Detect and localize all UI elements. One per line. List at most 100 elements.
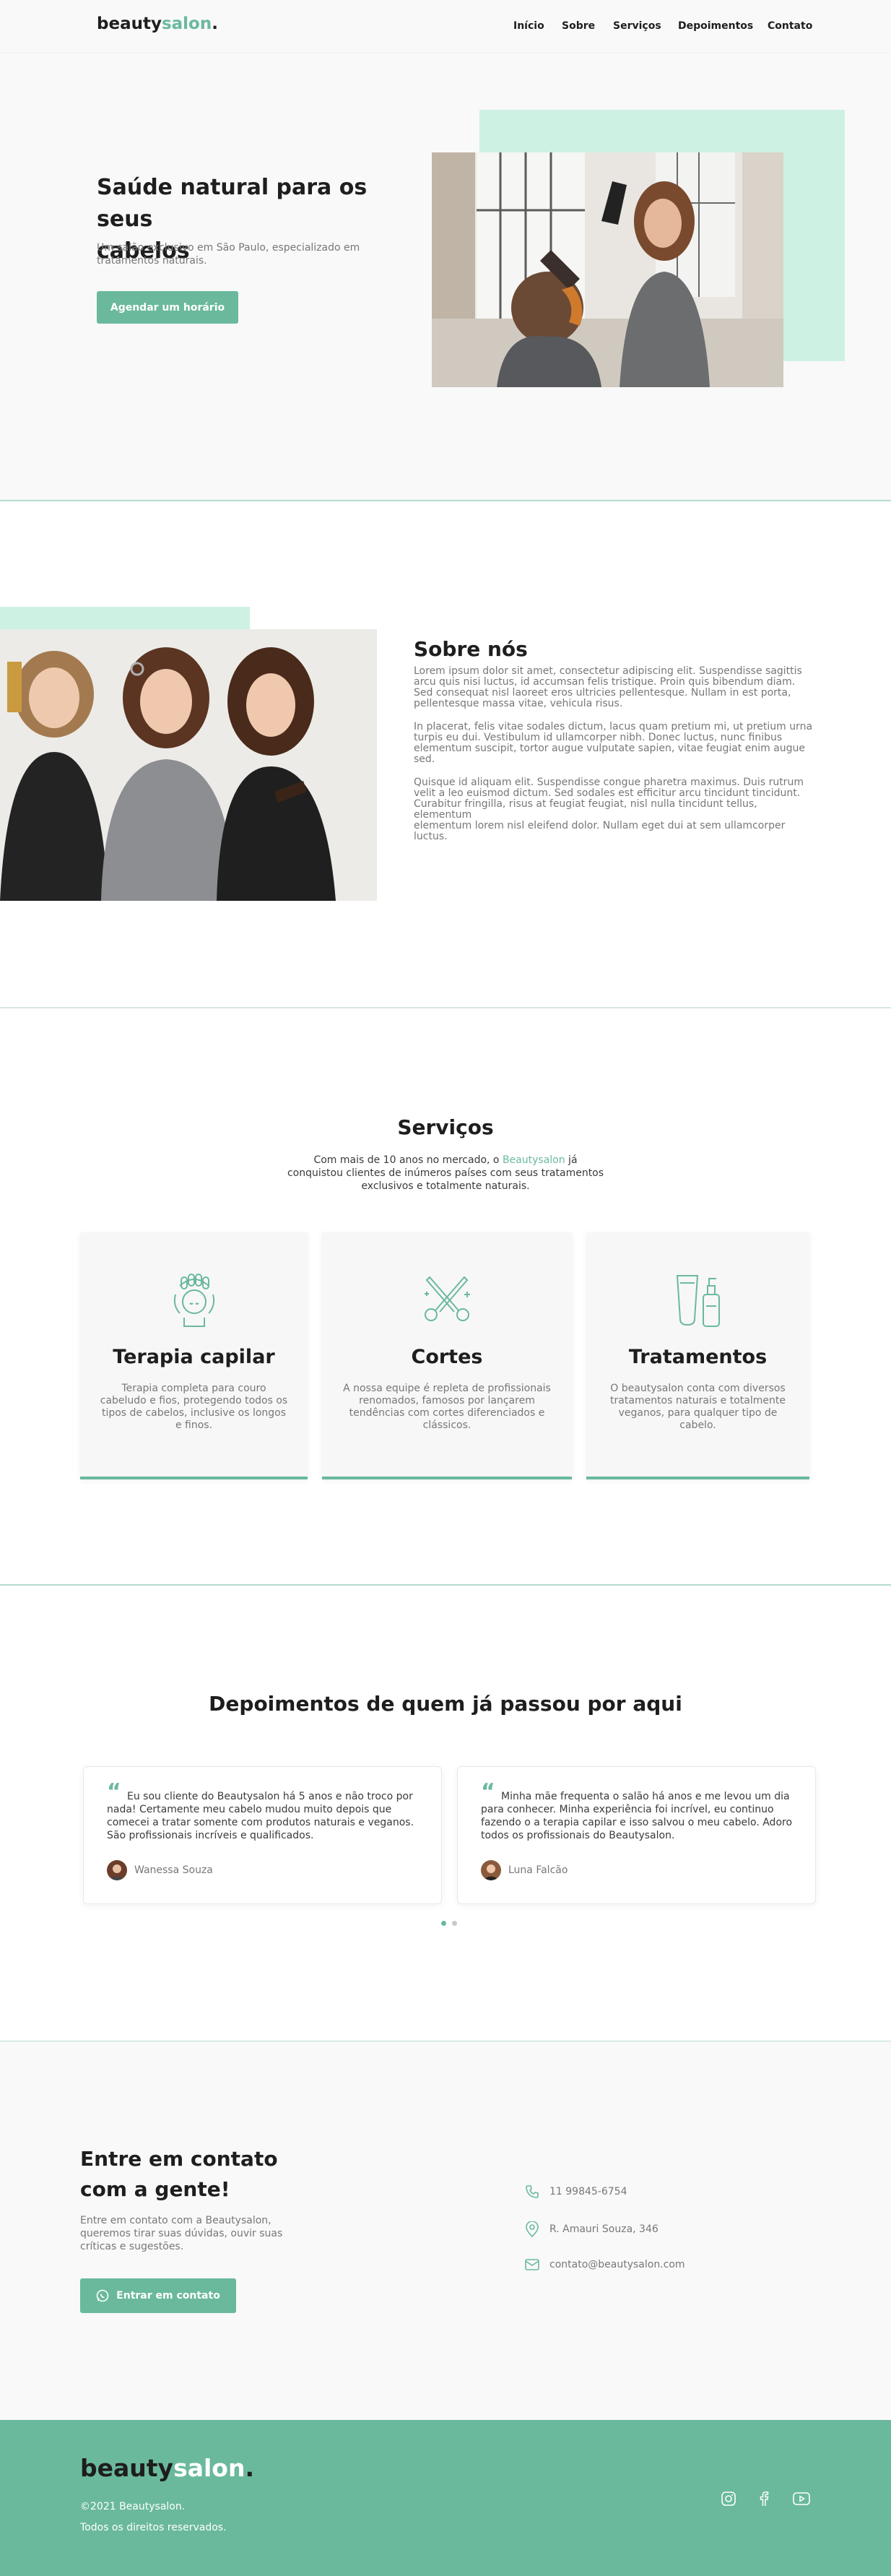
- nav-item-inicio[interactable]: Início: [513, 20, 544, 32]
- about-p2-line4: sed.: [414, 753, 435, 765]
- about-paragraph-3: Quisque id aliquam elit. Suspendisse con…: [414, 777, 818, 842]
- nav-item-contato[interactable]: Contato: [768, 20, 812, 32]
- therapy-line1: Terapia completa para couro: [121, 1383, 266, 1394]
- testimonial-text-2: Minha mãe frequenta o salão há anos e me…: [501, 1790, 804, 1803]
- treatments-line1: O beautysalon conta com diversos: [610, 1383, 786, 1394]
- testimonial-card-2: “ Minha mãe frequenta o salão há anos e …: [457, 1766, 816, 1904]
- contact-title: Entre em contato com a gente!: [80, 2144, 278, 2205]
- contact-phone-text: 11 99845-6754: [549, 2186, 627, 2197]
- contact-title-line1: Entre em contato: [80, 2147, 278, 2171]
- contact-button-label: Entrar em contato: [116, 2290, 220, 2301]
- about-p2-line3: elementum suscipit, tortor augue vulputa…: [414, 743, 806, 754]
- contact-button[interactable]: Entrar em contato: [80, 2278, 236, 2313]
- t1-line4: São profissionais incríveis e qualificad…: [107, 1830, 314, 1841]
- contact-text-line1: Entre em contato com a Beautysalon,: [80, 2215, 271, 2226]
- cuts-line3: tendências com cortes diferenciados e: [349, 1407, 545, 1419]
- therapy-line3: tipos de cabelos, inclusive os longos: [101, 1407, 287, 1419]
- contact-address-text: R. Amauri Souza, 346: [549, 2223, 659, 2235]
- service-card-treatments-title: Tratamentos: [628, 1346, 768, 1368]
- testimonial-author-2: Luna Falcão: [508, 1864, 568, 1876]
- testimonial-author-1: Wanessa Souza: [134, 1864, 213, 1876]
- scissors-icon: [425, 1276, 470, 1321]
- service-card-treatments[interactable]: Tratamentos O beautysalon conta com dive…: [586, 1232, 809, 1479]
- team-illustration: [0, 629, 377, 901]
- logo[interactable]: beautysalon.: [97, 14, 218, 33]
- about-p1-line2: arcu quis nisi luctus, id accumsan felis…: [414, 676, 796, 688]
- cuts-line2: renomados, famosos por lançarem: [359, 1395, 535, 1406]
- about-p3-line5: luctus.: [414, 831, 448, 842]
- footer-rights: Todos os direitos reservados.: [80, 2522, 227, 2533]
- footer-logo[interactable]: beautysalon.: [80, 2454, 254, 2482]
- about-p2-line2: turpis eu dui. Vestibulum id ullamcorper…: [414, 732, 783, 743]
- phone-icon: [526, 2185, 539, 2198]
- about-paragraph-1: Lorem ipsum dolor sit amet, consectetur …: [414, 666, 818, 709]
- therapy-line4: e finos.: [175, 1419, 213, 1431]
- service-card-therapy-title: Terapia capilar: [113, 1346, 275, 1368]
- instagram-icon[interactable]: [721, 2491, 736, 2507]
- services-intro: Com mais de 10 anos no mercado, o Beauty…: [229, 1154, 662, 1193]
- location-pin-icon: [526, 2221, 539, 2237]
- about-p1-line3: Sed consequat nisl laoreet eros ultricie…: [414, 687, 791, 699]
- product-bottles-icon: [676, 1275, 720, 1327]
- contact-phone[interactable]: 11 99845-6754: [525, 2184, 627, 2199]
- t2-line2: para conhecer. Minha experiência foi inc…: [481, 1804, 774, 1815]
- services-intro-line1: Com mais de 10 anos no mercado, o Beauty…: [229, 1154, 662, 1167]
- carousel-dot[interactable]: [452, 1921, 457, 1926]
- services-intro-line3: exclusivos e totalmente naturais.: [361, 1180, 530, 1192]
- section-divider-2: [0, 1007, 891, 1008]
- hairdresser-illustration: [432, 152, 783, 387]
- site-footer: beautysalon. ©2021 Beautysalon. Todos os…: [0, 2420, 891, 2576]
- hero-photo: [432, 152, 783, 387]
- carousel-dot-active[interactable]: [441, 1921, 446, 1926]
- cuts-line1: A nossa equipe é repleta de profissionai…: [343, 1383, 551, 1394]
- quote-icon: “: [107, 1779, 121, 1805]
- service-card-therapy-text: Terapia completa para couro cabeludo e f…: [87, 1383, 300, 1432]
- about-p3-line1: Quisque id aliquam elit. Suspendisse con…: [414, 777, 804, 788]
- t1-line3: comecei a tratar somente com produtos na…: [107, 1817, 414, 1828]
- youtube-icon[interactable]: [793, 2492, 810, 2505]
- footer-logo-part2: salon: [173, 2454, 245, 2482]
- schedule-button[interactable]: Agendar um horário: [97, 291, 238, 324]
- footer-copyright: ©2021 Beautysalon.: [80, 2501, 186, 2512]
- about-p3-line3: Curabitur fringilla, risus at feugiat fe…: [414, 798, 757, 821]
- about-p3-line4: elementum lorem nisl eleifend dolor. Nul…: [414, 820, 786, 831]
- testimonial-text-1-rest: nada! Certamente meu cabelo mudou muito …: [107, 1803, 432, 1842]
- contact-section: Entre em contato com a gente! Entre em c…: [0, 2041, 891, 2421]
- hair-therapy-icon: [173, 1274, 215, 1327]
- contact-email[interactable]: contato@beautysalon.com: [525, 2259, 685, 2270]
- hero-title-line1: Saúde natural para os seus: [97, 175, 368, 232]
- services-title: Serviços: [397, 1115, 494, 1139]
- about-p3-line2: velit a leo euismod dictum. Sed sodales …: [414, 787, 801, 799]
- footer-logo-part1: beauty: [80, 2454, 174, 2482]
- facebook-icon[interactable]: [757, 2491, 771, 2507]
- section-divider-3: [0, 1584, 891, 1586]
- mail-icon: [525, 2259, 539, 2270]
- whatsapp-icon: [96, 2289, 109, 2302]
- t2-line1: Minha mãe frequenta o salão há anos e me…: [501, 1791, 790, 1802]
- about-p2-line1: In placerat, felis vitae sodales dictum,…: [414, 721, 813, 732]
- t2-line4: todos os profissionais do Beautysalon.: [481, 1830, 675, 1841]
- logo-text-part1: beauty: [97, 14, 162, 33]
- treatments-line2: tratamentos naturais e totalmente: [610, 1395, 786, 1406]
- hero-subtitle-line1: Um salão exclusivo em São Paulo, especia…: [97, 242, 360, 254]
- contact-text: Entre em contato com a Beautysalon, quer…: [80, 2214, 297, 2253]
- contact-text-line2: queremos tirar suas dúvidas, ouvir suas: [80, 2228, 283, 2239]
- about-paragraph-2: In placerat, felis vitae sodales dictum,…: [414, 722, 818, 765]
- nav-item-depoimentos[interactable]: Depoimentos: [678, 20, 753, 32]
- services-intro-pre: Com mais de 10 anos no mercado, o: [313, 1154, 503, 1166]
- avatar: [107, 1860, 127, 1880]
- service-card-therapy[interactable]: Terapia capilar Terapia completa para co…: [80, 1232, 308, 1479]
- about-title: Sobre nós: [414, 637, 528, 661]
- nav-item-sobre[interactable]: Sobre: [562, 20, 595, 32]
- nav-item-servicos[interactable]: Serviços: [613, 20, 661, 32]
- about-p1-line1: Lorem ipsum dolor sit amet, consectetur …: [414, 665, 802, 677]
- testimonial-card-1: “ Eu sou cliente do Beautysalon há 5 ano…: [83, 1766, 442, 1904]
- contact-title-line2: com a gente!: [80, 2177, 230, 2201]
- service-card-cuts[interactable]: Cortes A nossa equipe é repleta de profi…: [322, 1232, 572, 1479]
- contact-email-text: contato@beautysalon.com: [549, 2259, 685, 2270]
- t1-line1: Eu sou cliente do Beautysalon há 5 anos …: [127, 1791, 413, 1802]
- contact-address[interactable]: R. Amauri Souza, 346: [525, 2221, 659, 2237]
- site-header: beautysalon. Início Sobre Serviços Depoi…: [0, 0, 891, 53]
- therapy-line2: cabeludo e fios, protegendo todos os: [100, 1395, 288, 1406]
- hero-subtitle-line2: tratamentos naturais.: [97, 255, 207, 267]
